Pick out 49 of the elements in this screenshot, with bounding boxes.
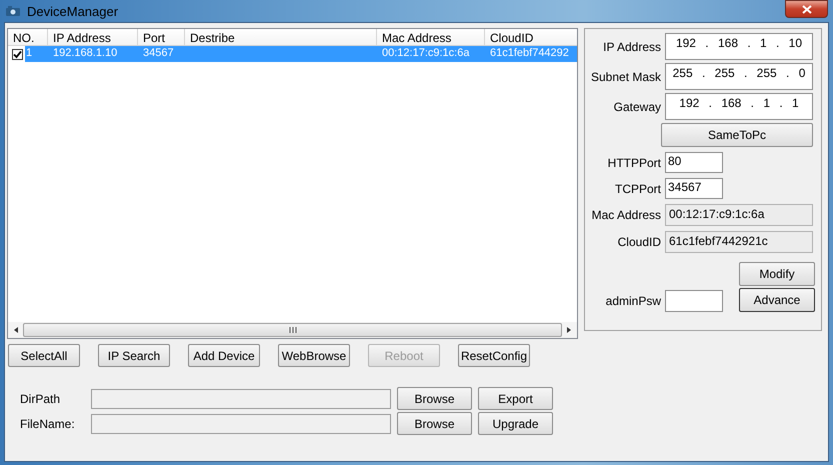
table-cell: 00:12:17:c9:1c:6a [377, 46, 485, 62]
action-button[interactable]: ResetConfig [458, 344, 530, 367]
port-field[interactable]: 34567 [665, 178, 723, 199]
field-label: Subnet Mask [591, 70, 661, 84]
browse-button[interactable]: Browse [397, 387, 472, 410]
field-label: FileName: [19, 416, 76, 430]
path-field[interactable] [91, 414, 391, 434]
field-label: adminPsw [604, 294, 661, 308]
field-label: Gateway [612, 100, 661, 114]
file-action-button[interactable]: Export [478, 387, 553, 410]
grip-icon[interactable] [288, 327, 296, 333]
advance-button[interactable]: Advance [739, 288, 815, 312]
table-cell: 192.168.1.10 [48, 46, 138, 62]
ip-address-field[interactable]: 192 . 168 . 1 . 10 [665, 33, 813, 60]
path-field[interactable] [91, 388, 391, 408]
left-arrow-icon[interactable] [13, 326, 19, 334]
field-label: IP Address [602, 40, 661, 54]
checkbox[interactable] [12, 48, 23, 60]
readonly-field: 61c1febf7442921c [665, 231, 813, 253]
file-action-button[interactable]: Upgrade [478, 412, 553, 435]
field-label: HTTPPort [606, 156, 661, 170]
camera-icon [5, 5, 21, 17]
port-field[interactable]: 80 [665, 152, 723, 173]
column-header[interactable]: NO. [8, 29, 48, 46]
browse-button[interactable]: Browse [397, 412, 472, 435]
column-header[interactable]: Port [138, 29, 185, 46]
readonly-field: 00:12:17:c9:1c:6a [665, 204, 813, 226]
column-header[interactable]: Mac Address [377, 29, 485, 46]
close-icon [802, 4, 812, 14]
field-label: TCPPort [614, 182, 661, 196]
action-button[interactable]: Add Device [188, 344, 260, 367]
table-cell: 34567 [138, 46, 185, 62]
action-button[interactable]: IP Search [98, 344, 170, 367]
right-arrow-icon[interactable] [566, 326, 572, 334]
field-label: Mac Address [591, 208, 661, 222]
column-header[interactable]: IP Address [48, 29, 138, 46]
modify-button[interactable]: Modify [739, 262, 815, 286]
same-to-pc-button[interactable]: SameToPc [661, 123, 813, 147]
ip-address-field[interactable]: 255 . 255 . 255 . 0 [665, 63, 813, 90]
ip-address-field[interactable]: 192 . 168 . 1 . 1 [665, 93, 813, 120]
column-header[interactable]: Destribe [185, 29, 377, 46]
action-button[interactable]: SelectAll [8, 344, 80, 367]
window-title: DeviceManager [27, 4, 118, 18]
field-label: DirPath [19, 392, 62, 406]
action-button[interactable]: WebBrowse [278, 344, 350, 367]
field-label: CloudID [616, 235, 661, 249]
table-cell: 61c1febf744292 [485, 46, 577, 62]
password-field[interactable] [665, 290, 723, 312]
close-button[interactable] [785, 0, 828, 18]
